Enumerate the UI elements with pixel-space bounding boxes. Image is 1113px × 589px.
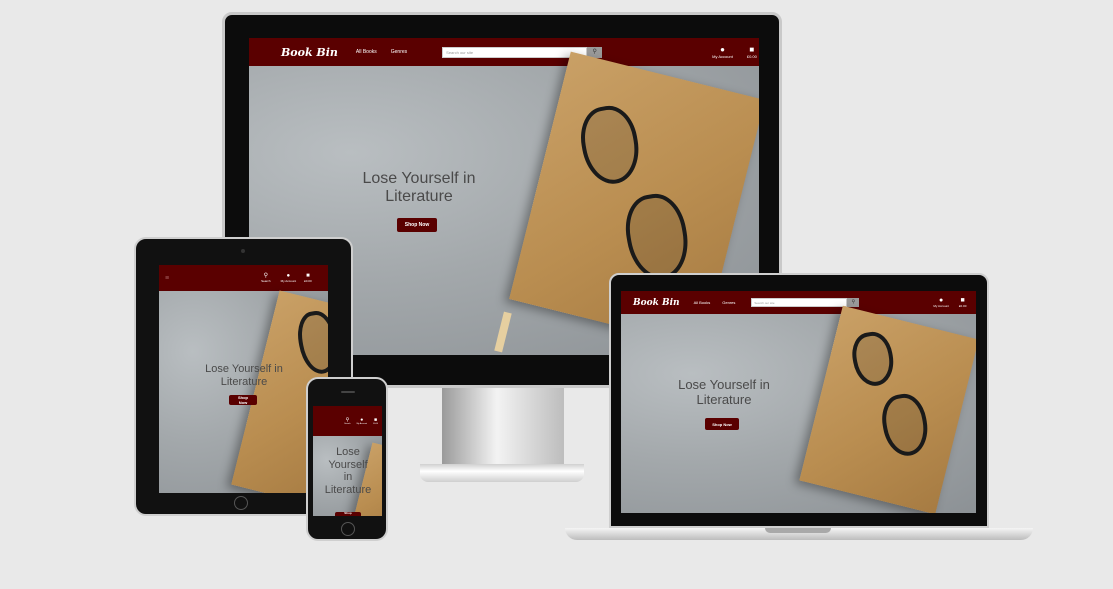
shop-now-button[interactable]: Shop Now [229,395,257,405]
user-icon: ● [720,44,725,54]
hero-title-line3: in [343,471,353,484]
nav-my-account[interactable]: ● My Account [712,44,733,59]
nav-all-books[interactable]: All Books [356,49,377,55]
hero-title-line2: Literature [696,391,752,407]
my-account-label: My Account [280,279,297,283]
hero-title-line2: Literature [385,188,453,206]
search-input[interactable]: Search our site [751,298,848,307]
shopping-bag-icon: ■ [749,44,755,54]
monitor-base [420,464,584,482]
hero-title-line2: Literature [220,375,268,388]
phone-screen: ⚲ Search ● My Account ■ £0.00 Lose Yours… [313,406,382,516]
hero-title-line1: Lose [336,446,360,458]
laptop-navbar: Book Bin All Books Genres Search our sit… [621,291,976,314]
tablet-hero: Lose Yourself in Literature Shop Now [159,290,328,493]
hero-title-line4: Literature [324,483,372,496]
my-account-label: My Account [933,304,949,308]
book-page-edge [494,311,512,353]
nav-genres[interactable]: Genres [391,49,407,55]
phone-hero: Lose Yourself in Literature Shop Now [313,436,382,516]
laptop-notch [765,528,831,533]
laptop-hero: Lose Yourself in Literature Shop Now [621,305,976,513]
hero-title: Lose Yourself in Literature [344,170,494,207]
my-account-label: My Account [712,53,733,59]
search-label: Search [344,422,351,425]
tablet-camera [241,249,245,253]
desktop-navbar: Book Bin All Books Genres Search our sit… [249,38,759,66]
search-icon: ⚲ [592,49,597,55]
tablet-nav-cart[interactable]: ■ £0.00 [304,273,312,283]
phone-home-button[interactable] [341,522,355,536]
shop-now-button[interactable]: Shop Now [335,511,361,516]
tablet-navbar: ≡ ⚲ Search ● My Account ■ £0.00 [159,265,328,291]
phone-navbar: ⚲ Search ● My Account ■ £0.00 [313,406,382,436]
phone-device: ⚲ Search ● My Account ■ £0.00 Lose Yours… [306,377,388,541]
tablet-nav-search[interactable]: ⚲ Search [261,273,271,283]
shopping-bag-icon: ■ [960,297,965,304]
cart-total: £0.00 [372,422,378,425]
cart-total: £0.00 [746,53,757,59]
tablet-screen: ≡ ⚲ Search ● My Account ■ £0.00 Lose You… [159,265,328,493]
nav-cart[interactable]: ■ £0.00 [746,44,757,59]
user-icon: ● [939,297,944,304]
search-icon: ⚲ [851,299,856,305]
nav-all-books[interactable]: All Books [694,300,711,305]
phone-nav-search[interactable]: ⚲ Search [344,417,351,425]
tablet-home-button[interactable] [234,496,248,510]
brand-logo[interactable]: Book Bin [281,46,338,59]
phone-nav-account[interactable]: ● My Account [356,417,367,425]
hero-title-line1: Lose Yourself in [205,363,283,375]
laptop-device: Book Bin All Books Genres Search our sit… [565,273,1035,548]
nav-cart[interactable]: ■ £0.00 [959,297,967,308]
phone-nav-cart[interactable]: ■ £0.00 [372,417,378,425]
phone-speaker [341,391,355,393]
hero-title-line1: Lose Yourself in [362,170,476,187]
laptop-screen: Book Bin All Books Genres Search our sit… [621,291,976,513]
hero-title: Lose Yourself in Literature [189,363,299,388]
my-account-label: My Account [356,422,367,425]
nav-genres[interactable]: Genres [722,300,735,305]
monitor-neck [442,388,564,466]
brand-logo[interactable]: Book Bin [633,298,680,308]
hero-title-line1: Lose Yourself in [678,377,770,392]
search-label: Search [261,279,271,283]
shop-now-button[interactable]: Shop Now [705,418,739,430]
hamburger-menu-icon[interactable]: ≡ [165,275,169,282]
search-input[interactable]: Search our site [442,46,588,58]
search-button[interactable]: ⚲ [847,298,860,307]
shop-now-button[interactable]: Shop Now [397,218,437,232]
hero-title: Lose Yourself in Literature [317,446,379,497]
search-placeholder: Search our site [754,300,775,305]
nav-my-account[interactable]: ● My Account [933,297,949,308]
cart-total: £0.00 [304,279,312,283]
hero-title-line2: Yourself [328,458,368,471]
search-placeholder: Search our site [446,49,474,55]
hero-title: Lose Yourself in Literature [659,377,789,408]
tablet-nav-account[interactable]: ● My Account [281,273,297,283]
cart-total: £0.00 [958,304,967,308]
